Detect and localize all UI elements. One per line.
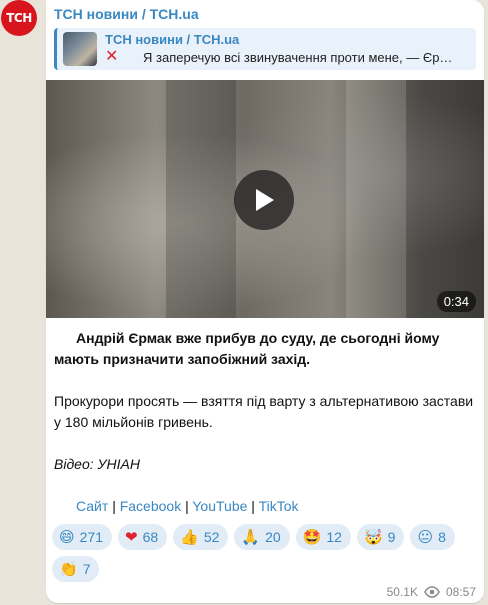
link-youtube[interactable]: YouTube xyxy=(192,498,247,514)
star-struck-icon: 🤩 xyxy=(302,527,322,546)
reaction-count: 7 xyxy=(82,561,91,577)
post-paragraph-lead: Андрій Єрмак вже прибув до суду, де сьог… xyxy=(54,330,440,367)
reaction-count: 20 xyxy=(265,529,281,545)
reply-text: Я заперечую всі звинувачення проти мене,… xyxy=(143,50,453,65)
reaction-count: 271 xyxy=(79,529,103,545)
thumbs-up-icon: 👍 xyxy=(180,527,199,546)
view-count: 50.1K xyxy=(386,585,418,599)
link-tiktok[interactable]: TikTok xyxy=(259,498,299,514)
reaction-button[interactable]: 🤩 12 xyxy=(295,524,351,550)
link-separator: | xyxy=(185,498,189,514)
post-links: Сайт | Facebook | YouTube | TikTok xyxy=(54,496,474,517)
reply-thumbnail xyxy=(63,32,97,66)
clapping-hands-icon: 👏 xyxy=(59,559,78,578)
reaction-button[interactable]: ❤ 68 xyxy=(118,524,168,550)
channel-name[interactable]: ТСН новини / TCH.ua xyxy=(54,6,199,22)
neutral-face-icon: 😐 xyxy=(417,527,434,546)
message-bubble: ТСН новини / TCH.ua ТСН новини / TCH.ua … xyxy=(46,0,484,603)
reaction-button[interactable]: 😐 8 xyxy=(410,524,455,550)
reaction-count: 9 xyxy=(387,529,396,545)
reaction-count: 52 xyxy=(203,529,220,545)
grinning-face-icon: 😄 xyxy=(59,527,75,546)
reactions-bar: 😄 271 ❤ 68 👍 52 🙏 20 🤩 12 🤯 9 😐 8 👏 7 xyxy=(52,524,482,582)
reply-preview[interactable]: ТСН новини / TCH.ua ✕ Я заперечую всі зв… xyxy=(54,28,476,70)
reaction-button[interactable]: 👍 52 xyxy=(173,524,229,550)
link-separator: | xyxy=(251,498,255,514)
post-source: Відео: УНІАН xyxy=(54,456,140,472)
reaction-count: 8 xyxy=(438,529,446,545)
video-duration: 0:34 xyxy=(436,291,476,312)
message-meta: 50.1K 08:57 xyxy=(387,585,476,599)
play-button[interactable] xyxy=(234,170,294,230)
reaction-button[interactable]: 🤯 9 xyxy=(356,524,405,550)
post-text: Андрій Єрмак вже прибув до суду, де сьог… xyxy=(54,328,474,517)
message-time: 08:57 xyxy=(445,585,476,599)
link-separator: | xyxy=(112,498,116,514)
red-x-icon: ✕ xyxy=(105,48,119,65)
link-site[interactable]: Сайт xyxy=(76,498,108,514)
reaction-count: 12 xyxy=(326,529,342,545)
reaction-button[interactable]: 😄 271 xyxy=(52,524,112,550)
eye-icon xyxy=(424,586,440,598)
link-facebook[interactable]: Facebook xyxy=(120,498,181,514)
exploding-head-icon: 🤯 xyxy=(363,527,383,546)
reply-author: ТСН новини / TCH.ua xyxy=(105,32,240,47)
channel-avatar[interactable]: ТСН xyxy=(1,0,37,36)
reaction-button[interactable]: 👏 7 xyxy=(52,556,100,582)
reaction-button[interactable]: 🙏 20 xyxy=(234,524,290,550)
reaction-count: 68 xyxy=(142,529,159,545)
play-icon xyxy=(256,189,274,211)
video-player[interactable]: 0:34 xyxy=(46,80,484,318)
folded-hands-icon: 🙏 xyxy=(241,527,261,546)
post-paragraph: Прокурори просять — взяття під варту з а… xyxy=(54,393,474,430)
red-heart-icon: ❤ xyxy=(125,527,138,546)
